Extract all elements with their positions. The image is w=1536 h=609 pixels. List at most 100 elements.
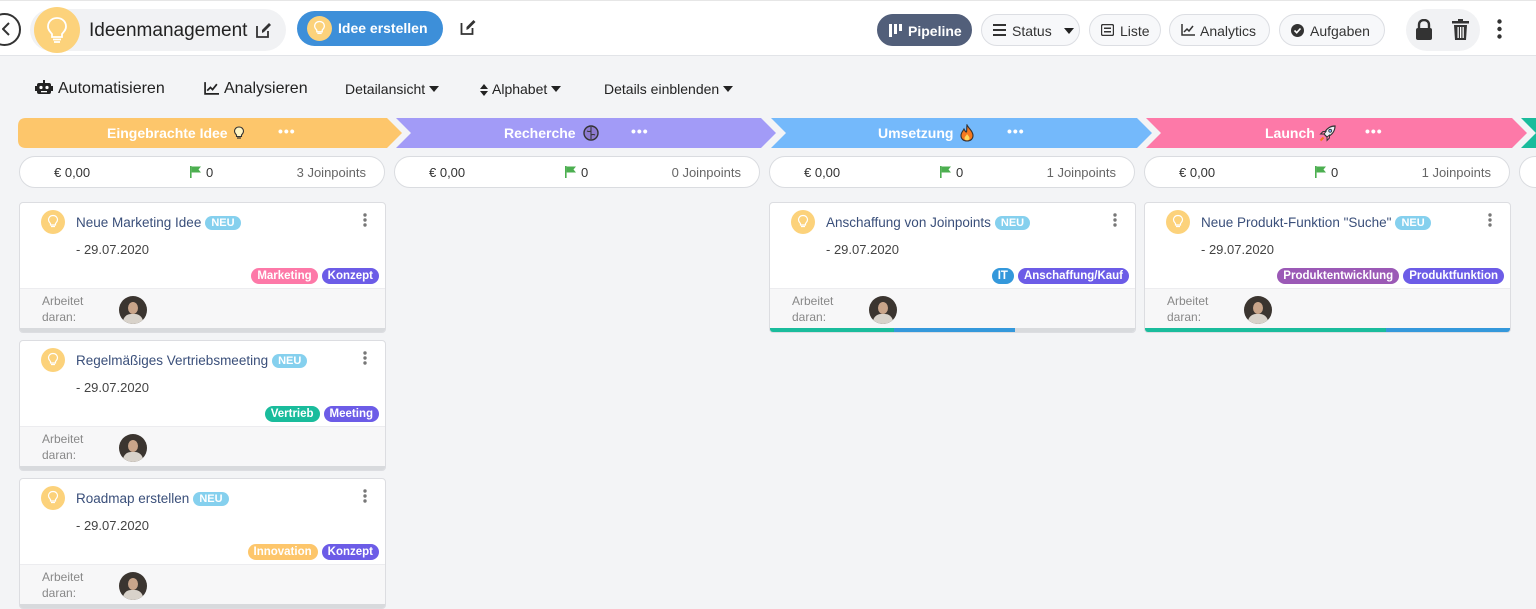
tag-label[interactable]: Produktentwicklung bbox=[1277, 268, 1400, 284]
tasks-label: Aufgaben bbox=[1310, 23, 1370, 39]
stage-stats: € 0,00 0 3 Joinpoints bbox=[19, 156, 385, 188]
trash-icon[interactable] bbox=[1452, 19, 1469, 40]
card-title-row[interactable]: Anschaffung von Joinpoints NEU bbox=[826, 215, 1031, 230]
stage-header-eingebrachte-idee[interactable]: Eingebrachte Idee ••• bbox=[18, 118, 402, 148]
progress-bar bbox=[20, 328, 385, 332]
automate-button[interactable]: Automatisieren bbox=[35, 80, 165, 98]
show-details-label: Details einblenden bbox=[604, 81, 720, 97]
card-title[interactable]: Anschaffung von Joinpoints bbox=[826, 215, 991, 230]
automate-label: Automatisieren bbox=[58, 80, 165, 97]
card-title-row[interactable]: Regelmäßiges Vertriebsmeeting NEU bbox=[76, 353, 308, 368]
list-view-button[interactable]: Liste bbox=[1089, 14, 1161, 46]
create-idea-button[interactable]: Idee erstellen bbox=[297, 11, 443, 46]
card-title[interactable]: Regelmäßiges Vertriebsmeeting bbox=[76, 353, 268, 368]
analyse-button[interactable]: Analysieren bbox=[204, 80, 308, 98]
pipeline-icon bbox=[889, 24, 902, 37]
card-date: - 29.07.2020 bbox=[76, 242, 150, 257]
tag-label[interactable]: Produktfunktion bbox=[1403, 268, 1504, 284]
card-menu-icon[interactable] bbox=[363, 489, 367, 508]
stage-joinpoints: 1 Joinpoints bbox=[1046, 165, 1116, 180]
stage-flag-count: 0 bbox=[956, 165, 964, 180]
idea-card[interactable]: Roadmap erstellen NEU - 29.07.2020 Innovati… bbox=[19, 478, 386, 609]
tag-label[interactable]: IT bbox=[991, 268, 1014, 284]
edit-title-icon[interactable] bbox=[255, 22, 272, 39]
stage-menu-icon[interactable]: ••• bbox=[1365, 123, 1383, 139]
avatar[interactable] bbox=[119, 572, 147, 600]
stage-menu-icon[interactable]: ••• bbox=[631, 123, 649, 139]
status-dropdown[interactable]: Status bbox=[981, 14, 1080, 46]
chevron-down-icon bbox=[429, 86, 440, 92]
tag-label[interactable]: Meeting bbox=[323, 406, 379, 422]
progress-bar bbox=[1145, 328, 1510, 332]
analytics-button[interactable]: Analytics bbox=[1169, 14, 1270, 46]
idea-card[interactable]: Neue Produkt-Funktion "Suche" NEU - 29.07.… bbox=[1144, 202, 1511, 333]
line-chart-icon bbox=[1181, 24, 1195, 36]
card-menu-icon[interactable] bbox=[1488, 213, 1492, 232]
worked-on-label: Arbeitet daran: bbox=[42, 294, 84, 324]
progress-segment bbox=[770, 328, 895, 332]
card-date: - 29.07.2020 bbox=[1201, 242, 1275, 257]
card-title-row[interactable]: Neue Produkt-Funktion "Suche" NEU bbox=[1201, 215, 1431, 230]
list-label: Liste bbox=[1120, 23, 1150, 39]
new-badge: NEU bbox=[1395, 216, 1431, 230]
brain-icon bbox=[583, 125, 599, 141]
card-title-row[interactable]: Neue Marketing Idee NEU bbox=[76, 215, 241, 230]
idea-card[interactable]: Neue Marketing Idee NEU - 29.07.2020 Market… bbox=[19, 202, 386, 333]
tag-label[interactable]: Anschaffung/Kauf bbox=[1017, 268, 1129, 284]
avatar[interactable] bbox=[869, 296, 897, 324]
line-chart-icon bbox=[204, 82, 219, 95]
card-menu-icon[interactable] bbox=[1113, 213, 1117, 232]
stage-header-launch[interactable]: Launch ••• bbox=[1146, 118, 1527, 148]
sort-dropdown[interactable]: Alphabet bbox=[480, 81, 562, 97]
card-title[interactable]: Roadmap erstellen bbox=[76, 491, 189, 506]
detail-view-dropdown[interactable]: Detailansicht bbox=[345, 81, 440, 97]
card-footer: Arbeitet daran: bbox=[770, 288, 1135, 332]
pipeline-view-button[interactable]: Pipeline bbox=[877, 14, 972, 46]
lightbulb-icon bbox=[47, 17, 67, 43]
fire-icon bbox=[960, 124, 974, 142]
stage-label: Launch bbox=[1265, 125, 1315, 141]
card-title[interactable]: Neue Marketing Idee bbox=[76, 215, 201, 230]
card-footer: Arbeitet daran: bbox=[20, 564, 385, 608]
top-bar: Ideenmanagement Idee erstellen Pipeline … bbox=[0, 0, 1536, 56]
lock-icon[interactable] bbox=[1415, 19, 1433, 40]
progress-segment bbox=[20, 466, 385, 470]
idea-card[interactable]: Anschaffung von Joinpoints NEU - 29.07.202… bbox=[769, 202, 1136, 333]
progress-bar bbox=[20, 604, 385, 608]
card-date: - 29.07.2020 bbox=[76, 518, 150, 533]
idea-card[interactable]: Regelmäßiges Vertriebsmeeting NEU - 29.07.… bbox=[19, 340, 386, 471]
stage-header-partial bbox=[1521, 118, 1536, 148]
stage-flag-count: 0 bbox=[206, 165, 214, 180]
progress-segment bbox=[1385, 328, 1510, 332]
avatar[interactable] bbox=[119, 296, 147, 324]
stage-flag-count: 0 bbox=[581, 165, 589, 180]
tasks-button[interactable]: Aufgaben bbox=[1279, 14, 1385, 46]
avatar[interactable] bbox=[119, 434, 147, 462]
back-button[interactable] bbox=[0, 13, 21, 46]
avatar[interactable] bbox=[1244, 296, 1272, 324]
stage-menu-icon[interactable]: ••• bbox=[1007, 123, 1025, 139]
stage-label: Eingebrachte Idee bbox=[107, 125, 228, 141]
card-title-row[interactable]: Roadmap erstellen NEU bbox=[76, 491, 229, 506]
status-label: Status bbox=[1012, 23, 1052, 39]
robot-icon bbox=[35, 80, 53, 94]
edit-icon[interactable] bbox=[459, 19, 477, 36]
stage-header-umsetzung[interactable]: Umsetzung ••• bbox=[771, 118, 1152, 148]
card-title[interactable]: Neue Produkt-Funktion "Suche" bbox=[1201, 215, 1391, 230]
tag-label[interactable]: Vertrieb bbox=[264, 406, 320, 422]
card-tags: IT Anschaffung/Kauf bbox=[988, 266, 1129, 284]
show-details-dropdown[interactable]: Details einblenden bbox=[604, 81, 734, 97]
progress-segment bbox=[20, 604, 385, 608]
card-date: - 29.07.2020 bbox=[76, 380, 150, 395]
card-menu-icon[interactable] bbox=[363, 213, 367, 232]
stage-joinpoints: 3 Joinpoints bbox=[296, 165, 366, 180]
card-menu-icon[interactable] bbox=[363, 351, 367, 370]
stage-header-recherche[interactable]: Recherche ••• bbox=[396, 118, 776, 148]
lightbulb-icon bbox=[307, 16, 332, 41]
tag-label[interactable]: Marketing bbox=[251, 268, 318, 284]
more-vertical-icon[interactable] bbox=[1497, 19, 1502, 39]
stage-menu-icon[interactable]: ••• bbox=[278, 123, 296, 139]
rocket-icon bbox=[1319, 125, 1336, 142]
stage-joinpoints: 1 Joinpoints bbox=[1421, 165, 1491, 180]
tag-label[interactable]: Konzept bbox=[321, 268, 379, 284]
